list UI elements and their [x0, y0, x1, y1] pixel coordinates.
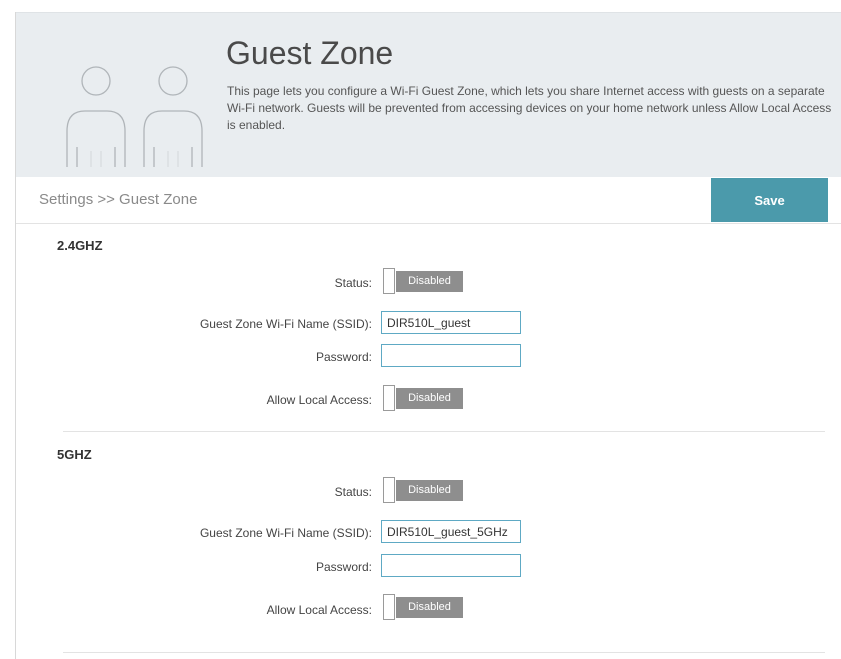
status-label-2-4ghz: Status: [334, 276, 372, 290]
password-label-2-4ghz: Password: [315, 350, 372, 364]
page-title: Guest Zone [226, 35, 394, 71]
ssid-input-2-4ghz[interactable] [381, 311, 521, 334]
ssid-label-5ghz: Guest Zone Wi-Fi Name (SSID): [199, 526, 372, 540]
section-divider [63, 431, 825, 432]
section-divider [63, 652, 825, 653]
toggle-state: Disabled [396, 388, 463, 409]
local-access-label-5ghz: Allow Local Access: [266, 603, 372, 617]
toggle-knob [383, 477, 395, 503]
page-frame: Guest Zone This page lets you configure … [15, 12, 841, 659]
local-access-label-2-4ghz: Allow Local Access: [266, 393, 372, 407]
local-access-toggle-5ghz[interactable]: Disabled [383, 594, 463, 620]
toggle-state: Disabled [396, 480, 463, 501]
section-title-5ghz: 5GHZ [57, 447, 92, 462]
toggle-knob [383, 594, 395, 620]
status-label-5ghz: Status: [334, 485, 372, 499]
save-button[interactable]: Save [711, 178, 828, 222]
password-input-2-4ghz[interactable] [381, 344, 521, 367]
breadcrumb-bar: Settings >> Guest Zone Save [16, 177, 841, 224]
section-title-2-4ghz: 2.4GHZ [57, 238, 103, 253]
guests-icon [66, 66, 203, 167]
password-input-5ghz[interactable] [381, 554, 521, 577]
status-toggle-2-4ghz[interactable]: Disabled [383, 268, 463, 294]
breadcrumb: Settings >> Guest Zone [39, 191, 198, 208]
ssid-input-5ghz[interactable] [381, 520, 521, 543]
toggle-knob [383, 268, 395, 294]
status-toggle-5ghz[interactable]: Disabled [383, 477, 463, 503]
local-access-toggle-2-4ghz[interactable]: Disabled [383, 385, 463, 411]
page-description: This page lets you configure a Wi-Fi Gue… [227, 84, 832, 132]
toggle-state: Disabled [396, 597, 463, 618]
password-label-5ghz: Password: [315, 560, 372, 574]
toggle-state: Disabled [396, 271, 463, 292]
ssid-label-2-4ghz: Guest Zone Wi-Fi Name (SSID): [199, 317, 372, 331]
toggle-knob [383, 385, 395, 411]
page-header: Guest Zone This page lets you configure … [16, 12, 841, 178]
